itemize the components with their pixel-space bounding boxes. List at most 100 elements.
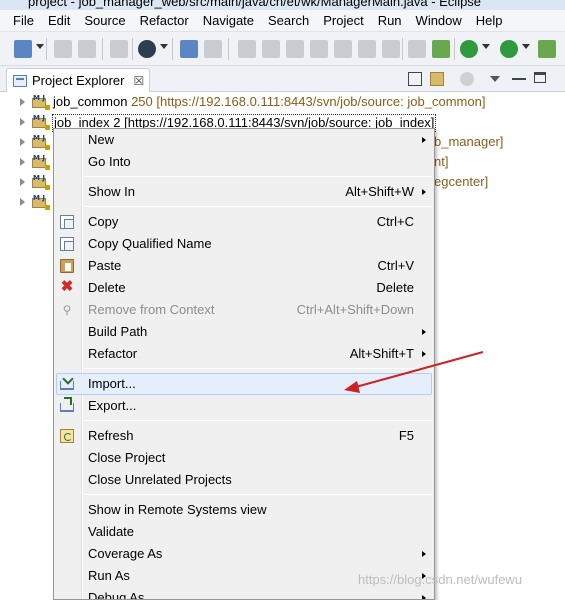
console-icon[interactable] (180, 40, 198, 58)
close-icon[interactable]: ☒ (133, 74, 144, 88)
menu-item-refresh[interactable]: Refresh F5 (54, 425, 434, 447)
view-menu-icon[interactable] (490, 76, 500, 82)
expand-icon[interactable] (20, 118, 25, 126)
debug-icon[interactable] (460, 40, 478, 58)
step-into-icon[interactable] (334, 40, 352, 58)
project-name: job_common (53, 94, 128, 109)
delete-icon: ✖ (60, 278, 74, 295)
link-with-editor-icon[interactable] (430, 72, 444, 86)
maximize-icon[interactable] (534, 72, 546, 83)
menu-source[interactable]: Source (77, 10, 132, 32)
toolbar-separator (172, 38, 173, 60)
context-menu: New Go Into Show In Alt+Shift+W Copy Ctr… (53, 128, 435, 600)
debug-dropdown-arrow-icon[interactable] (482, 44, 490, 49)
menu-search[interactable]: Search (261, 10, 316, 32)
new-wizard-icon[interactable] (14, 40, 32, 58)
tree-item-job-common[interactable]: M J job_common 250 [https://192.168.0.11… (0, 92, 565, 112)
menu-separator (84, 176, 432, 177)
submenu-arrow-icon (422, 551, 426, 557)
menu-item-close-project[interactable]: Close Project (54, 447, 434, 469)
menu-navigate[interactable]: Navigate (196, 10, 261, 32)
menu-item-coverage-as[interactable]: Coverage As (54, 543, 434, 565)
menu-bar: File Edit Source Refactor Navigate Searc… (0, 10, 565, 32)
menu-item-remove-from-context[interactable]: ⚲ Remove from Context Ctrl+Alt+Shift+Dow… (54, 299, 434, 321)
save-icon[interactable] (54, 40, 72, 58)
run-dropdown-arrow-icon[interactable] (522, 44, 530, 49)
menu-window[interactable]: Window (409, 10, 469, 32)
menu-item-go-into[interactable]: Go Into (54, 151, 434, 173)
save-all-icon[interactable] (78, 40, 96, 58)
menu-separator (84, 206, 432, 207)
view-tab-row: Project Explorer ☒ (0, 66, 565, 92)
menu-item-debug-as[interactable]: Debug As (54, 587, 434, 599)
menu-separator (84, 420, 432, 421)
menu-help[interactable]: Help (469, 10, 510, 32)
menu-item-delete[interactable]: ✖ Delete Delete (54, 277, 434, 299)
svn-info: egcenter] (434, 174, 489, 189)
watermark: https://blog.csdn.net/wufewu (358, 572, 523, 587)
window-title-bar: project - job_manager_web/src/main/java/… (0, 0, 565, 10)
menu-item-copy[interactable]: Copy Ctrl+C (54, 211, 434, 233)
submenu-arrow-icon (422, 595, 426, 599)
menu-item-show-in[interactable]: Show In Alt+Shift+W (54, 181, 434, 203)
copy-qualified-icon (60, 237, 74, 251)
menu-item-show-in-remote-systems[interactable]: Show in Remote Systems view (54, 499, 434, 521)
binary-icon[interactable] (110, 40, 128, 58)
menu-item-copy-qualified-name[interactable]: Copy Qualified Name (54, 233, 434, 255)
menu-item-export[interactable]: Export... (54, 395, 434, 417)
submenu-arrow-icon (422, 137, 426, 143)
maven-project-icon: M J (32, 134, 50, 150)
menu-project[interactable]: Project (316, 10, 370, 32)
import-icon (60, 381, 74, 390)
expand-icon[interactable] (20, 98, 25, 106)
toolbar-separator (228, 38, 229, 60)
menu-item-paste[interactable]: Paste Ctrl+V (54, 255, 434, 277)
focus-icon[interactable] (460, 72, 474, 86)
toolbar-separator (402, 38, 403, 60)
menu-item-validate[interactable]: Validate (54, 521, 434, 543)
minimize-icon[interactable] (512, 74, 526, 80)
paste-icon (60, 259, 74, 273)
menu-edit[interactable]: Edit (41, 10, 77, 32)
menu-item-close-unrelated-projects[interactable]: Close Unrelated Projects (54, 469, 434, 491)
expand-icon[interactable] (20, 158, 25, 166)
menu-item-import[interactable]: Import... (54, 373, 434, 395)
export-icon (60, 397, 74, 412)
external-tools-icon[interactable] (538, 40, 556, 58)
use-step-filters-icon[interactable] (432, 40, 450, 58)
shortcut: Alt+Shift+T (349, 346, 414, 361)
toolbar-separator (132, 38, 133, 60)
menu-run[interactable]: Run (371, 10, 409, 32)
remove-context-icon: ⚲ (62, 303, 72, 317)
collapse-all-icon[interactable] (408, 72, 422, 86)
svn-info: nt] (434, 154, 449, 169)
skip-breakpoints-icon[interactable] (204, 40, 222, 58)
svn-info: b_manager] (434, 134, 504, 149)
new-dropdown-arrow-icon[interactable] (36, 44, 44, 49)
step-return-icon[interactable] (382, 40, 400, 58)
svn-info: 250 [https://192.168.0.111:8443/svn/job/… (131, 94, 486, 109)
menu-item-new[interactable]: New (54, 129, 434, 151)
shortcut: Ctrl+C (376, 214, 414, 229)
tab-label: Project Explorer (32, 73, 125, 88)
shortcut: F5 (398, 428, 414, 443)
user-icon[interactable] (138, 40, 156, 58)
copy-icon (60, 215, 74, 229)
maven-project-icon: M J (32, 114, 50, 130)
menu-item-build-path[interactable]: Build Path (54, 321, 434, 343)
disconnect-icon[interactable] (310, 40, 328, 58)
menu-file[interactable]: File (6, 10, 41, 32)
drop-to-frame-icon[interactable] (408, 40, 426, 58)
expand-icon[interactable] (20, 178, 25, 186)
expand-icon[interactable] (20, 138, 25, 146)
menu-refactor[interactable]: Refactor (133, 10, 196, 32)
suspend-icon[interactable] (262, 40, 280, 58)
run-icon[interactable] (500, 40, 518, 58)
resume-icon[interactable] (238, 40, 256, 58)
tab-project-explorer[interactable]: Project Explorer ☒ (6, 68, 150, 92)
expand-icon[interactable] (20, 198, 25, 206)
step-over-icon[interactable] (358, 40, 376, 58)
user-dropdown-arrow-icon[interactable] (160, 44, 168, 49)
terminate-icon[interactable] (286, 40, 304, 58)
menu-item-refactor[interactable]: Refactor Alt+Shift+T (54, 343, 434, 365)
